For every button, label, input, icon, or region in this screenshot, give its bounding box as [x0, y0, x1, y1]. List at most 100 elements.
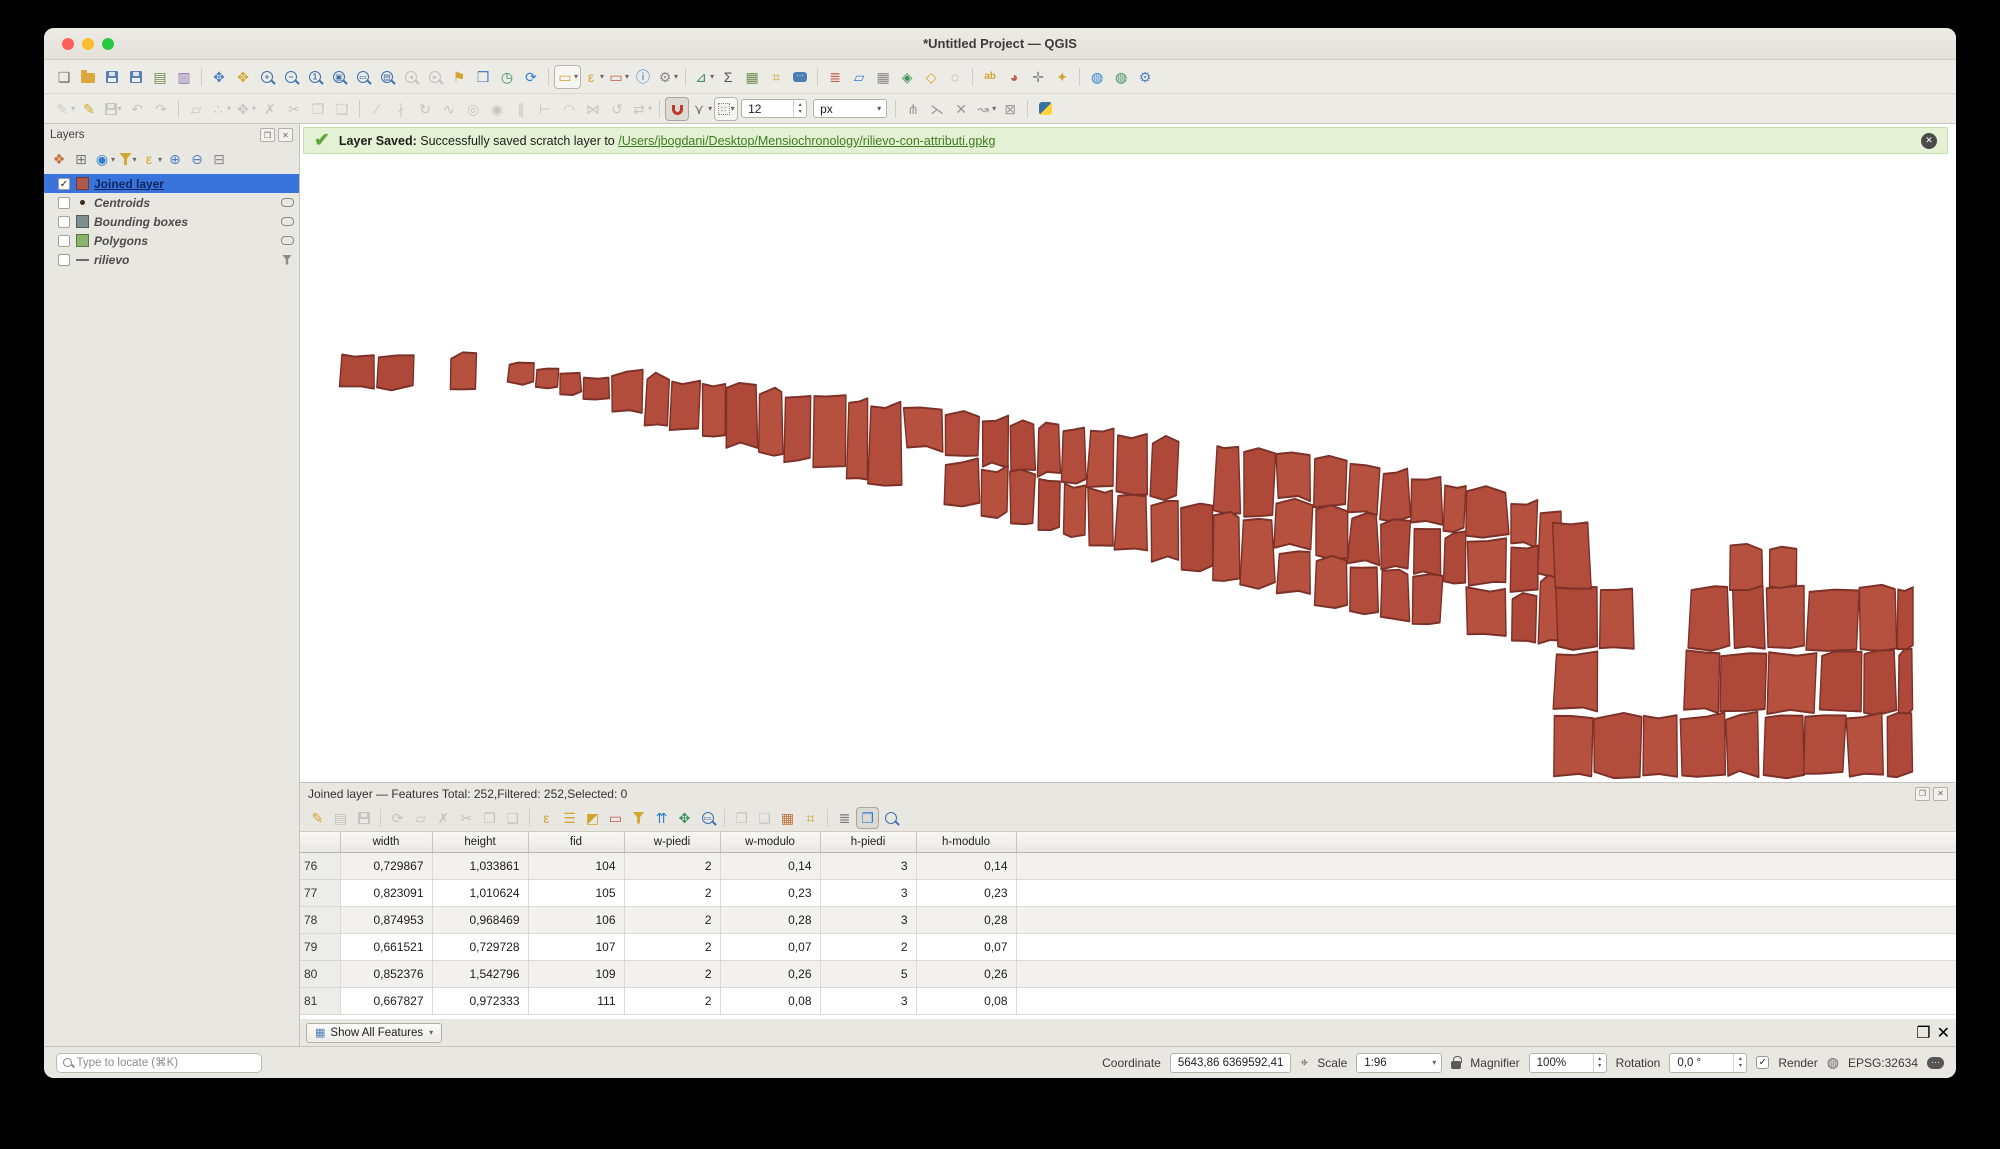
zoom-full-button[interactable]: ▣	[327, 65, 351, 89]
attr-cell[interactable]: 0,667827	[340, 987, 432, 1014]
layer-visibility-checkbox[interactable]	[58, 216, 70, 228]
toggle-editing-button[interactable]: ✎	[77, 97, 101, 121]
open-layer-styling-button[interactable]: ❖	[48, 149, 70, 169]
attr-cell[interactable]: 0,823091	[340, 879, 432, 906]
layer-item-rilievo[interactable]: rilievo	[44, 250, 299, 269]
attr-cell[interactable]: 111	[528, 987, 624, 1014]
attr-row-76[interactable]: 760,7298671,03386110420,1430,14	[300, 852, 1956, 879]
attr-add-feature-button[interactable]: ▱	[409, 807, 432, 829]
attr-column-header-height[interactable]: height	[432, 832, 528, 852]
rotation-spinbox[interactable]: 0,0 ° ▴▾	[1669, 1053, 1747, 1073]
zoom-to-layer-button[interactable]: ▤	[375, 65, 399, 89]
attr-field-calculator-button[interactable]: ⌗	[799, 807, 822, 829]
pan-to-selection-button[interactable]: ✥	[231, 65, 255, 89]
attr-search-button[interactable]	[879, 807, 902, 829]
move-feature-button[interactable]: ✥▾	[233, 97, 258, 121]
attr-cell[interactable]: 0,661521	[340, 933, 432, 960]
locator-search[interactable]	[56, 1053, 262, 1073]
attr-row-number[interactable]: 80	[300, 960, 340, 987]
layers-panel-close-button[interactable]: ✕	[278, 128, 293, 142]
attr-paste-button[interactable]: ❑	[501, 807, 524, 829]
snapping-tolerance-type-button[interactable]: ▾	[714, 97, 738, 121]
copy-features-button[interactable]: ❐	[306, 97, 330, 121]
attr-row-number[interactable]: 76	[300, 852, 340, 879]
temporal-controller-button[interactable]: ◷	[495, 65, 519, 89]
open-project-button[interactable]	[76, 65, 100, 89]
attribute-footer-close-button[interactable]: ✕	[1937, 1023, 1950, 1043]
show-bookmarks-button[interactable]: ❒	[471, 65, 495, 89]
attr-column-header-w-modulo[interactable]: w-modulo	[720, 832, 820, 852]
layer-visibility-checkbox[interactable]: ✓	[58, 178, 70, 190]
close-window-button[interactable]	[62, 38, 74, 50]
save-layer-edits-button[interactable]: ▾	[101, 97, 125, 121]
layer-visibility-checkbox[interactable]	[58, 197, 70, 209]
select-by-value-button[interactable]: ε▾	[581, 65, 606, 89]
attr-cell[interactable]: 0,968469	[432, 906, 528, 933]
new-print-layout-button[interactable]: ▤	[148, 65, 172, 89]
attr-column-header-h-modulo[interactable]: h-modulo	[916, 832, 1016, 852]
layer-item-joined-layer[interactable]: ✓Joined layer	[44, 174, 299, 193]
attr-row-number[interactable]: 77	[300, 879, 340, 906]
new-spatial-bookmark-button[interactable]: ⚑	[447, 65, 471, 89]
statistical-summary-button[interactable]: Σ	[716, 65, 740, 89]
copy-move-feature-button[interactable]: ⇄▾	[629, 97, 654, 121]
rotate-feature-button[interactable]: ↻	[413, 97, 437, 121]
attr-cell[interactable]: 5	[820, 960, 916, 987]
extents-tracking-icon[interactable]: ⌖	[1300, 1054, 1308, 1071]
attr-reload-button[interactable]: ⟳	[386, 807, 409, 829]
attr-column-header-fid[interactable]: fid	[528, 832, 624, 852]
zoom-native-button[interactable]: 1	[303, 65, 327, 89]
layer-item-centroids[interactable]: Centroids	[44, 193, 299, 212]
layer-labeling-button[interactable]: ab	[978, 65, 1002, 89]
filter-by-expression-button[interactable]: ε▾	[139, 149, 164, 169]
delete-selected-button[interactable]: ✗	[258, 97, 282, 121]
enable-snapping-button[interactable]	[665, 97, 689, 121]
attr-copy-button[interactable]: ❐	[478, 807, 501, 829]
save-project-button[interactable]	[100, 65, 124, 89]
attr-cell[interactable]: 2	[624, 852, 720, 879]
attr-cell[interactable]: 2	[624, 960, 720, 987]
attr-pan-to-selection-button[interactable]: ✥	[673, 807, 696, 829]
add-raster-layer-button[interactable]: ▦	[871, 65, 895, 89]
attribute-footer-dock-button[interactable]: ❐	[1916, 1023, 1930, 1043]
add-vector-layer-button[interactable]: ▱	[847, 65, 871, 89]
remove-duplicate-vertices-button[interactable]: ✕	[949, 97, 973, 121]
add-feature-button[interactable]: ▱	[184, 97, 208, 121]
open-attribute-table-button[interactable]: ▦	[740, 65, 764, 89]
attr-cell[interactable]: 109	[528, 960, 624, 987]
highlight-pinned-labels-button[interactable]: ✦	[1050, 65, 1074, 89]
attr-cell[interactable]: 0,08	[720, 987, 820, 1014]
layer-item-bounding-boxes[interactable]: Bounding boxes	[44, 212, 299, 231]
layer-visibility-checkbox[interactable]	[58, 235, 70, 247]
zoom-out-button[interactable]: −	[279, 65, 303, 89]
coordinate-field[interactable]: 5643,86 6369592,41	[1170, 1053, 1292, 1073]
attr-delete-selected-button[interactable]: ✗	[432, 807, 455, 829]
simplify-feature-button[interactable]: ∿	[437, 97, 461, 121]
attr-cell[interactable]: 0,23	[916, 879, 1016, 906]
attr-move-selection-top-button[interactable]: ⇈	[650, 807, 673, 829]
attr-dock-button[interactable]: ❐	[856, 807, 879, 829]
attr-cell[interactable]: 3	[820, 987, 916, 1014]
save-project-as-button[interactable]	[124, 65, 148, 89]
attr-cell[interactable]: 0,874953	[340, 906, 432, 933]
avoid-overlap-button[interactable]: ⊠	[998, 97, 1022, 121]
tracing-button[interactable]: ↝▾	[973, 97, 998, 121]
attr-cell[interactable]: 0,07	[720, 933, 820, 960]
paste-features-button[interactable]: ❑	[330, 97, 354, 121]
pan-map-button[interactable]: ✥	[207, 65, 231, 89]
attr-row-77[interactable]: 770,8230911,01062410520,2330,23	[300, 879, 1956, 906]
snapping-tolerance-spinbox[interactable]: 12▴▾	[741, 99, 807, 118]
metasearch-button[interactable]: ◍	[1085, 65, 1109, 89]
manage-map-themes-button[interactable]: ◉▾	[92, 149, 117, 169]
attr-cell[interactable]: 0,14	[916, 852, 1016, 879]
locator-input[interactable]	[77, 1057, 256, 1069]
attr-cell[interactable]: 3	[820, 906, 916, 933]
attribute-table-close-button[interactable]: ✕	[1933, 787, 1948, 801]
add-ring-button[interactable]: ◎	[461, 97, 485, 121]
attr-cell[interactable]: 2	[624, 879, 720, 906]
field-calculator-button[interactable]: ⌗	[764, 65, 788, 89]
attr-filter-select-button[interactable]	[627, 807, 650, 829]
attr-zoom-to-selection-button[interactable]: ▭	[696, 807, 719, 829]
attr-cell[interactable]: 0,729867	[340, 852, 432, 879]
saved-file-link[interactable]: /Users/jbogdani/Desktop/Mensiochronology…	[618, 134, 995, 148]
